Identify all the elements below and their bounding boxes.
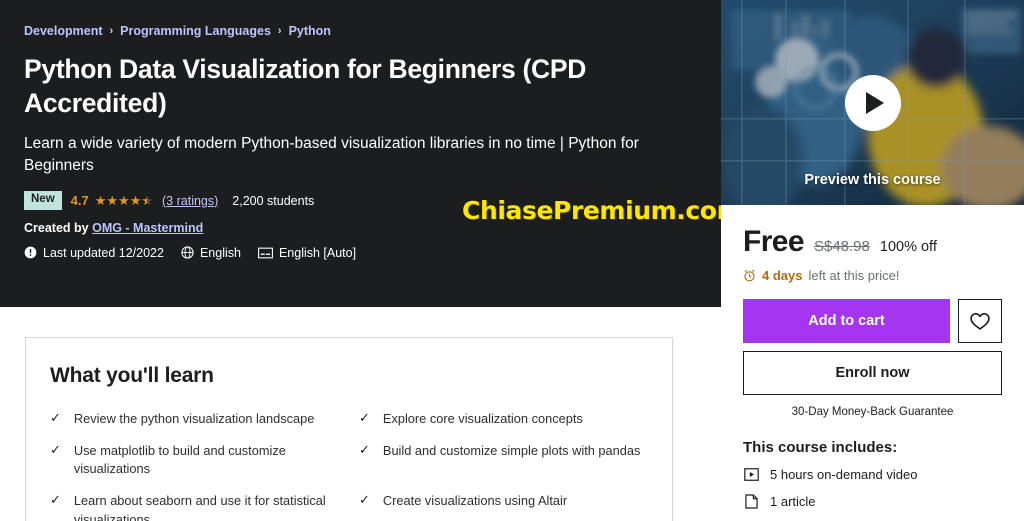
status-badge-new: New (24, 191, 62, 210)
article-icon (743, 494, 759, 509)
list-item: ✓ Explore core visualization concepts (359, 410, 642, 428)
globe-icon (181, 246, 194, 259)
learn-item-label: Use matplotlib to build and customize vi… (73, 443, 286, 477)
course-meta-row: Last updated 12/2022 English English [Au… (24, 246, 700, 260)
meta-language: English (181, 246, 241, 260)
play-icon[interactable] (844, 74, 901, 131)
learn-item-label: Learn about seaborn and use it for stati… (73, 493, 326, 521)
price-row: Free S$48.98 100% off (743, 225, 1002, 259)
heart-icon (970, 312, 990, 330)
enroll-now-button[interactable]: Enroll now (743, 351, 1002, 395)
chevron-right-icon: › (109, 24, 114, 37)
star-rating-icon: ★ ★ ★ ★ ★ (95, 194, 153, 207)
breadcrumb-item-development[interactable]: Development (24, 24, 103, 38)
deadline-notice: 4 days left at this price! (743, 268, 1002, 283)
check-icon: ✓ (359, 442, 370, 458)
buy-box: Free S$48.98 100% off 4 days left at thi… (721, 205, 1024, 509)
list-item: ✓ Review the python visualization landsc… (50, 410, 333, 428)
includes-article-label: 1 article (770, 494, 816, 509)
video-preview-player[interactable]: Preview this course (721, 0, 1024, 205)
list-item: ✓ Learn about seaborn and use it for sta… (50, 492, 333, 521)
learn-section-title: What you'll learn (50, 364, 214, 387)
check-icon: ✓ (50, 410, 61, 425)
cta-row: Add to cart (743, 299, 1002, 343)
course-landing-page: Development › Programming Languages › Py… (0, 0, 1024, 521)
course-subtitle: Learn a wide variety of modern Python-ba… (24, 135, 639, 175)
add-to-cart-button[interactable]: Add to cart (743, 299, 950, 343)
list-item: ✓ Build and customize simple plots with … (359, 442, 642, 478)
learn-items-grid: ✓ Review the python visualization landsc… (50, 410, 642, 521)
purchase-sidebar: Preview this course Free S$48.98 100% of… (721, 0, 1024, 521)
deadline-text: left at this price! (808, 268, 900, 283)
watermark-text: ChiasePremium.com (462, 196, 743, 225)
ratings-count-link[interactable]: (3 ratings) (162, 194, 218, 208)
alarm-clock-icon (744, 269, 755, 282)
original-price: S$48.98 (813, 238, 870, 255)
course-includes-list: 5 hours on-demand video 1 article (743, 467, 1002, 509)
preview-course-label: Preview this course (804, 172, 941, 188)
learn-item-label: Review the python visualization landscap… (73, 411, 315, 426)
check-icon: ✓ (50, 492, 61, 508)
course-includes-title: This course includes: (743, 439, 898, 456)
closed-caption-icon (257, 247, 273, 259)
meta-captions-label: English [Auto] (278, 245, 357, 260)
discount-percent: 100% off (879, 239, 937, 255)
wishlist-button[interactable] (958, 299, 1002, 343)
check-icon: ✓ (359, 492, 370, 508)
list-item: ✓ Use matplotlib to build and customize … (50, 442, 333, 478)
meta-last-updated: Last updated 12/2022 (24, 246, 164, 260)
student-count: 2,200 students (232, 193, 315, 208)
money-back-guarantee: 30-Day Money-Back Guarantee (791, 406, 954, 418)
breadcrumb-item-python[interactable]: Python (289, 24, 331, 38)
learn-item-label: Explore core visualization concepts (382, 411, 583, 426)
created-by-label: Created by (24, 220, 89, 235)
check-icon: ✓ (50, 442, 61, 458)
page-title: Python Data Visualization for Beginners … (24, 54, 587, 118)
chevron-right-icon: › (277, 24, 282, 37)
list-item: ✓ Create visualizations using Altair (359, 492, 642, 521)
learn-item-label: Build and customize simple plots with pa… (382, 443, 641, 459)
includes-video-label: 5 hours on-demand video (770, 467, 918, 482)
list-item: 1 article (743, 494, 1002, 509)
deadline-days: 4 days (762, 268, 803, 283)
learn-item-label: Create visualizations using Altair (382, 493, 568, 509)
what-you-will-learn-card: What you'll learn ✓ Review the python vi… (25, 337, 673, 521)
current-price: Free (743, 225, 805, 258)
meta-captions: English [Auto] (257, 245, 357, 260)
breadcrumb: Development › Programming Languages › Py… (24, 24, 700, 38)
meta-last-updated-label: Last updated 12/2022 (43, 245, 164, 260)
meta-language-label: English (199, 245, 241, 260)
instructor-link[interactable]: OMG - Mastermind (92, 221, 203, 235)
check-icon: ✓ (359, 410, 370, 425)
breadcrumb-item-programming-languages[interactable]: Programming Languages (120, 24, 271, 38)
rating-value: 4.7 (70, 193, 89, 209)
info-circle-icon (24, 246, 37, 259)
list-item: 5 hours on-demand video (743, 467, 1002, 482)
video-icon (743, 468, 759, 481)
